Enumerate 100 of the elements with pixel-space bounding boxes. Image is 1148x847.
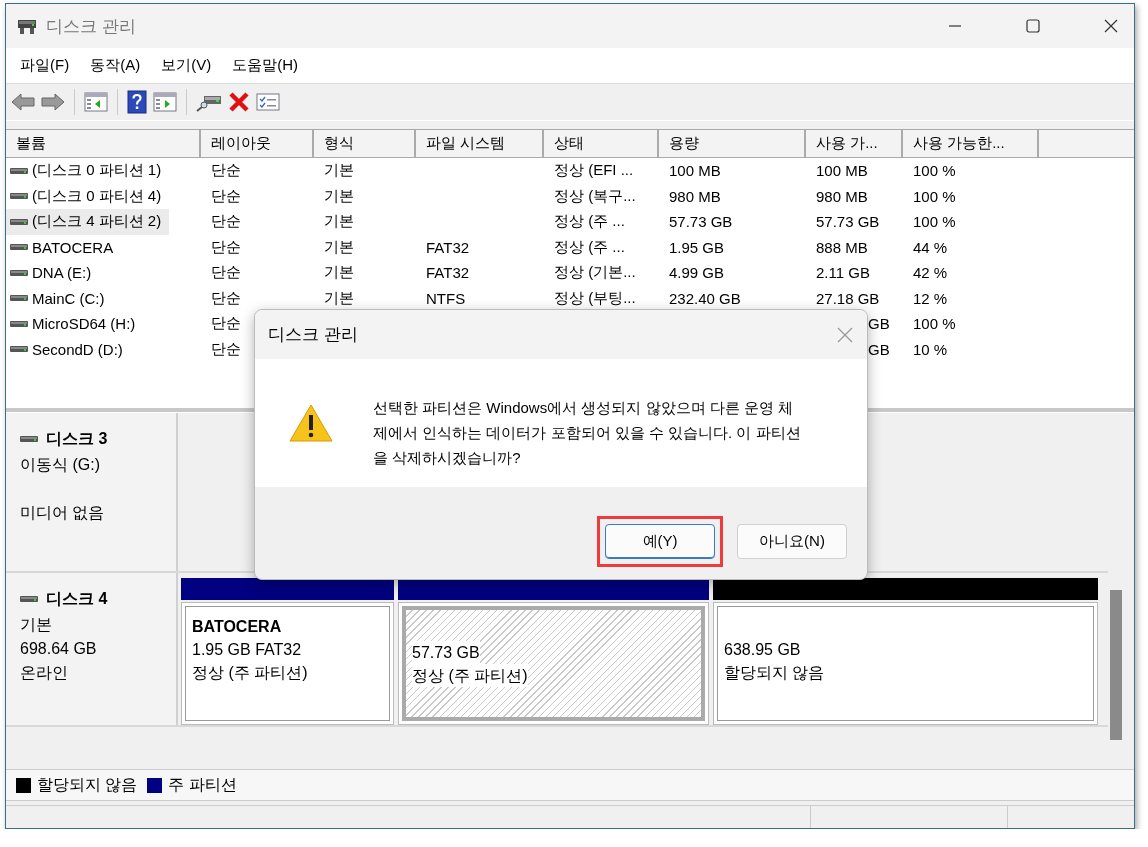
table-cell-text: 100 % xyxy=(912,212,956,233)
volume-cell[interactable]: BATOCERA xyxy=(6,234,122,260)
table-cell-text: 10 % xyxy=(912,339,948,360)
table-cell-text: 단순 xyxy=(210,236,241,257)
cross-icon[interactable] xyxy=(228,91,250,113)
table-cell-text: 100 % xyxy=(912,314,956,335)
table-cell-text: 기본 xyxy=(323,236,354,257)
drive-icon xyxy=(10,217,28,226)
disk-name: 디스크 4 xyxy=(46,589,108,609)
column-header[interactable]: 사용 가능한... xyxy=(903,130,1039,158)
table-cell-text: 기본 xyxy=(323,185,354,206)
column-header[interactable]: 파일 시스템 xyxy=(416,130,544,158)
volume-cell[interactable]: MainC (C:) xyxy=(6,285,113,311)
table-cell-text: 단순 xyxy=(210,338,241,359)
disk-status: 온라인 xyxy=(20,663,68,683)
dialog-button[interactable]: 예(Y) xyxy=(605,524,715,559)
disk-type: 기본 xyxy=(20,615,52,635)
partition-size: 57.73 GB xyxy=(412,641,480,664)
table-cell-text: 단순 xyxy=(210,211,241,232)
table-cell-text: 정상 (복구... xyxy=(553,185,636,206)
drive-icon xyxy=(10,192,28,201)
table-cell-text: 기본 xyxy=(323,262,354,283)
table-cell-text: 57.73 GB xyxy=(668,212,733,233)
volume-cell[interactable]: (디스크 0 파티션 1) xyxy=(6,158,170,184)
table-cell-text: NTFS xyxy=(425,288,466,309)
drive-icon xyxy=(10,345,28,354)
pane-left-icon[interactable] xyxy=(84,91,108,113)
column-header[interactable]: 레이아웃 xyxy=(201,130,314,158)
partition-block[interactable]: 638.95 GB 할당되지 않음 xyxy=(713,602,1098,725)
menu-item[interactable]: 파일(F) xyxy=(12,54,78,77)
table-cell-text: 기본 xyxy=(323,160,354,181)
table-cell-text: GB xyxy=(867,339,890,360)
column-header[interactable]: 사용 가... xyxy=(806,130,903,158)
disk-status: 미디어 없음 xyxy=(20,503,105,523)
table-cell-text: 232.40 GB xyxy=(668,288,741,309)
table-cell-text: 정상 (주 ... xyxy=(553,211,625,232)
help-icon[interactable] xyxy=(127,90,147,114)
table-cell-text: 980 MB xyxy=(668,186,721,207)
table-cell-text: FAT32 xyxy=(425,237,470,258)
column-header[interactable]: 용량 xyxy=(659,130,806,158)
column-header[interactable]: 볼륨 xyxy=(6,130,201,158)
column-header[interactable]: 형식 xyxy=(314,130,416,158)
drive-icon xyxy=(10,294,28,303)
dialog-button[interactable]: 아니요(N) xyxy=(737,524,847,559)
table-cell-text: FAT32 xyxy=(425,263,470,284)
disk-type: 이동식 (G:) xyxy=(20,455,100,475)
table-cell-text: 정상 (EFI ... xyxy=(553,160,634,181)
table-cell-text: 단순 xyxy=(210,262,241,283)
table-cell-text: 100 % xyxy=(912,186,956,207)
menu-item[interactable]: 보기(V) xyxy=(153,54,220,77)
partition-block[interactable]: 57.73 GB 정상 (주 파티션) xyxy=(398,602,709,725)
table-cell-text: 정상 (주 ... xyxy=(553,236,625,257)
forward-arrow-icon[interactable] xyxy=(41,92,65,112)
drive-icon xyxy=(20,595,38,603)
table-cell-text: 2.11 GB xyxy=(815,263,870,284)
back-arrow-icon[interactable] xyxy=(11,92,35,112)
scrollbar-thumb[interactable] xyxy=(1110,590,1122,740)
disk-size: 698.64 GB xyxy=(20,639,97,659)
maximize-icon[interactable] xyxy=(1025,18,1041,34)
table-cell-text: 42 % xyxy=(912,263,948,284)
partition-status: 정상 (주 파티션) xyxy=(412,664,528,687)
legend-label: 주 파티션 xyxy=(168,774,237,795)
table-cell-text: 100 MB xyxy=(668,161,721,182)
table-cell-text: 888 MB xyxy=(815,237,868,258)
table-cell-text: 단순 xyxy=(210,185,241,206)
checklist-icon[interactable] xyxy=(256,92,280,112)
table-cell-text: 1.95 GB xyxy=(668,237,725,258)
volume-cell[interactable]: MicroSD64 (H:) xyxy=(6,311,144,337)
partition-block[interactable]: BATOCERA 1.95 GB FAT32 정상 (주 파티션) xyxy=(181,602,394,725)
table-cell-text: GB xyxy=(867,314,890,335)
drive-icon xyxy=(10,243,28,252)
table-cell-text: 12 % xyxy=(912,288,948,309)
table-cell-text: 980 MB xyxy=(815,186,868,207)
table-cell-text: 57.73 GB xyxy=(815,212,880,233)
menu-item[interactable]: 도움말(H) xyxy=(224,54,306,77)
close-icon[interactable] xyxy=(1103,18,1119,34)
table-cell-text: 정상 (기본... xyxy=(553,262,636,283)
table-cell-text: 기본 xyxy=(323,287,354,308)
table-cell-text: 4.99 GB xyxy=(668,263,725,284)
drive-icon xyxy=(10,319,28,328)
column-header[interactable]: 상태 xyxy=(544,130,659,158)
menu-item[interactable]: 동작(A) xyxy=(82,54,149,77)
legend-label: 할당되지 않음 xyxy=(37,774,138,795)
warning-icon xyxy=(289,403,333,443)
drive-icon xyxy=(10,268,28,277)
dialog-message: 선택한 파티션은 Windows에서 생성되지 않았으며 다른 운영 체제에서 인식하는 데이터가 포함되어 있을 수 있습니다. 이 파티션을 삭제하시겠습니까? xyxy=(373,398,802,468)
drive-icon xyxy=(10,166,28,175)
dialog-title: 디스크 관리 xyxy=(268,324,359,346)
volume-cell[interactable]: DNA (E:) xyxy=(6,260,100,286)
volume-cell[interactable]: (디스크 0 파티션 4) xyxy=(6,183,170,209)
table-cell-text: 100 MB xyxy=(815,161,868,182)
table-cell-text: 기본 xyxy=(323,211,354,232)
volume-cell[interactable]: SecondD (D:) xyxy=(6,336,131,362)
drive-icon xyxy=(20,435,38,443)
table-cell-text: 44 % xyxy=(912,237,948,258)
pane-right-icon[interactable] xyxy=(153,91,177,113)
table-cell-text: 100 % xyxy=(912,161,956,182)
volume-cell[interactable]: (디스크 4 파티션 2) xyxy=(6,209,170,235)
window-title: 디스크 관리 xyxy=(46,15,136,38)
table-cell-text: 정상 (부팅... xyxy=(553,287,636,308)
